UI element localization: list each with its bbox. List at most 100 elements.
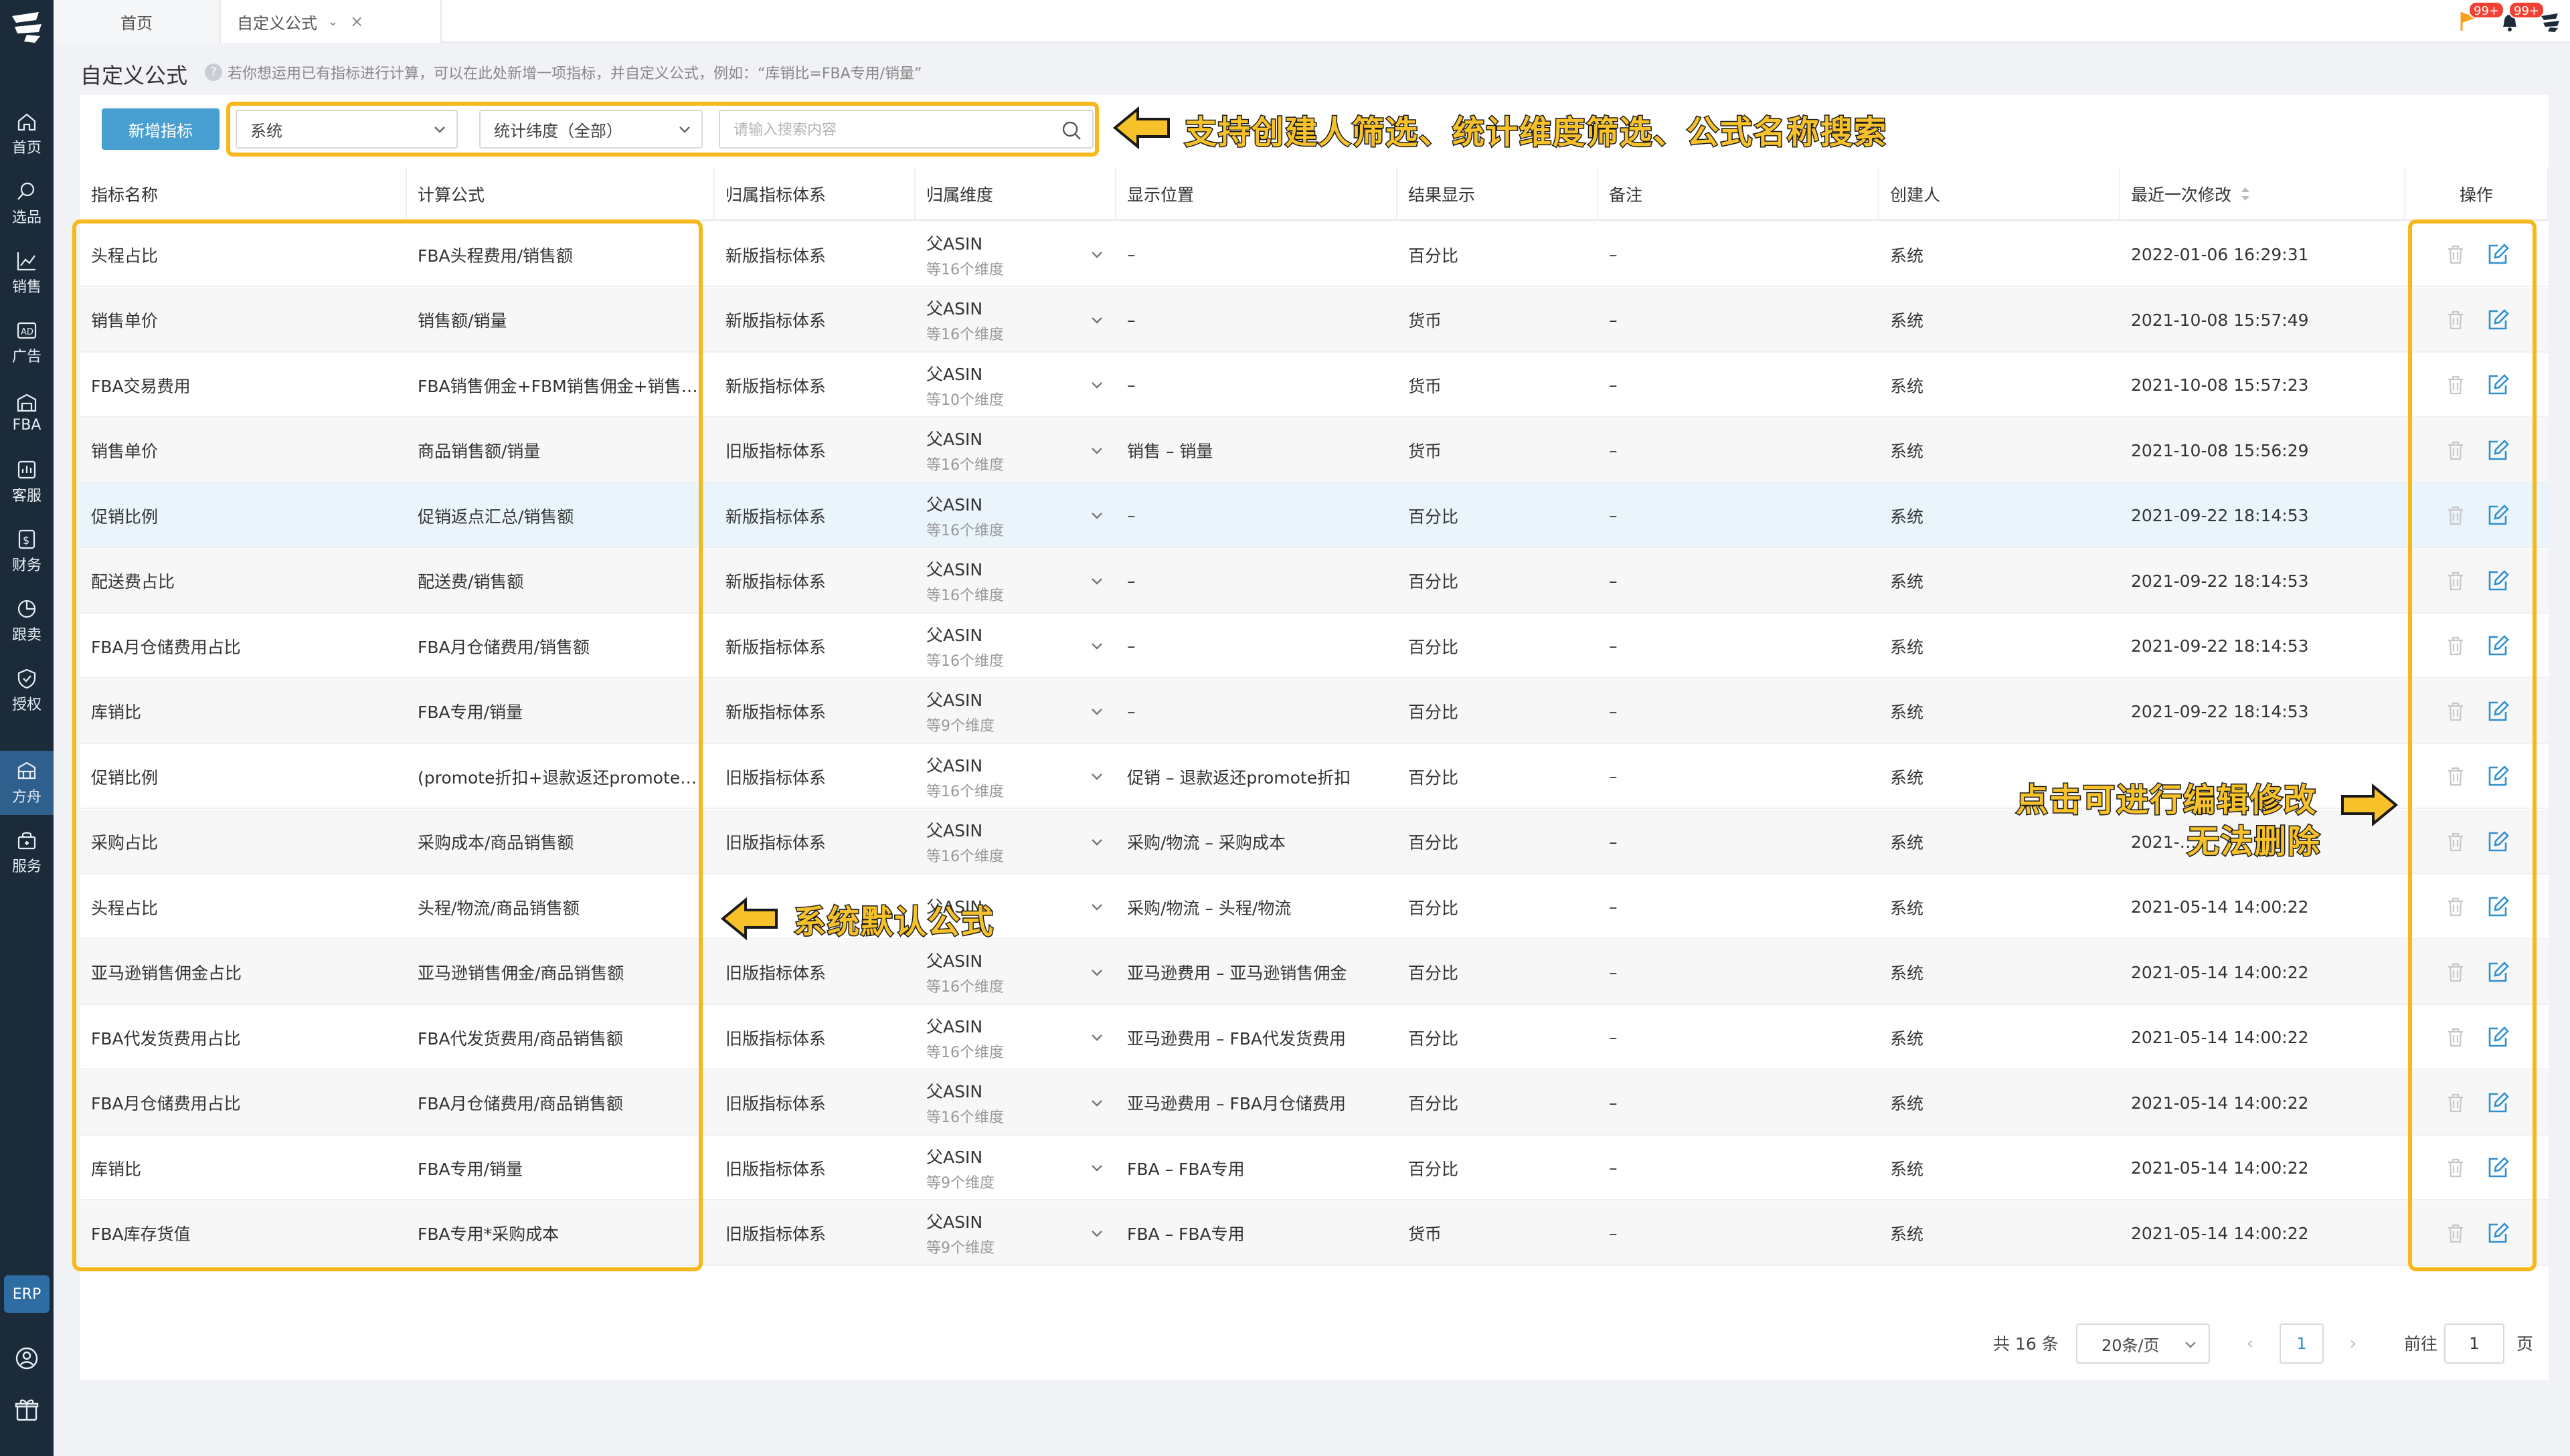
col-header-name: 指标名称 (80, 167, 407, 221)
chevron-down-icon[interactable] (1090, 442, 1104, 457)
dimension-main: 父ASIN (926, 364, 983, 384)
chevron-down-icon[interactable] (1090, 573, 1104, 587)
pie-icon (17, 600, 36, 618)
cell-creator: 系统 (1890, 637, 1924, 657)
cell-result: 百分比 (1408, 1159, 1459, 1179)
dimension-sub: 等16个维度 (926, 1109, 1004, 1126)
cell-dim[interactable]: 父ASIN 等16个维度 (916, 744, 1116, 809)
chevron-down-icon[interactable] (1090, 1095, 1104, 1109)
goto-label: 前往 (2404, 1334, 2438, 1354)
tab-custom-formula[interactable]: 自定义公式 ⌄ × (221, 0, 442, 43)
sidebar-item-label: 选品 (11, 209, 41, 226)
sidebar-item-ads[interactable]: AD 广告 (0, 310, 54, 375)
creator-select[interactable]: 系统 (236, 110, 458, 149)
chevron-down-icon[interactable] (1090, 638, 1104, 652)
cell-dim[interactable]: 父ASIN 等10个维度 (916, 353, 1116, 418)
dimension-main: 父ASIN (926, 625, 983, 645)
cell-result: 货币 (1408, 311, 1442, 331)
tab-home[interactable]: 首页 (54, 0, 221, 43)
cell-dim[interactable]: 父ASIN 等16个维度 (916, 483, 1116, 548)
search-icon[interactable] (1060, 119, 1083, 142)
col-header-modified[interactable]: 最近一次修改 (2120, 167, 2405, 221)
cell-dim[interactable]: 父ASIN 等16个维度 (916, 549, 1116, 614)
dimension-main: 父ASIN (926, 299, 983, 318)
cell-creator: 系统 (1890, 1224, 1924, 1244)
dimension-sub: 等16个维度 (926, 783, 1004, 800)
cell-dim[interactable]: 父ASIN 等16个维度 (916, 1071, 1116, 1135)
cell-result: 货币 (1408, 1224, 1442, 1244)
cell-dim[interactable]: 父ASIN 等16个维度 (916, 418, 1116, 483)
cell-dim[interactable]: 父ASIN 等16个维度 (916, 940, 1116, 1005)
cell-result: 百分比 (1408, 703, 1459, 722)
cell-system: 旧版指标体系 (725, 1159, 827, 1179)
cell-modified: 2021-05-14 14:00:22 (2131, 1028, 2309, 1047)
cell-position: 亚马逊费用 – 亚马逊销售佣金 (1127, 964, 1347, 983)
erp-button[interactable]: ERP (4, 1275, 50, 1313)
chevron-down-icon[interactable] (1090, 768, 1104, 783)
cell-dim[interactable]: 父ASIN 等16个维度 (916, 810, 1116, 875)
cell-dim[interactable]: 父ASIN 等16个维度 (916, 1005, 1116, 1070)
cell-dim[interactable]: 父ASIN 等16个维度 (916, 222, 1116, 287)
table-header: 指标名称 计算公式 归属指标体系 归属维度 显示位置 结果显示 备注 创建人 最… (80, 167, 2549, 221)
current-page-button[interactable]: 1 (2280, 1324, 2324, 1364)
next-page-button[interactable]: › (2333, 1324, 2373, 1364)
chevron-down-icon[interactable] (1090, 507, 1104, 522)
pagination-total: 共 16 条 (1993, 1334, 2059, 1354)
close-icon[interactable]: × (350, 12, 363, 31)
chevron-down-icon[interactable] (1090, 1029, 1104, 1044)
svg-text:AD: AD (21, 327, 33, 337)
cell-dim[interactable]: 父ASIN 等9个维度 (916, 1135, 1116, 1200)
dimension-select[interactable]: 统计纬度（全部） (479, 110, 703, 149)
chevron-down-icon[interactable]: ⌄ (328, 15, 338, 29)
chevron-down-icon[interactable] (1090, 834, 1104, 848)
sort-icon[interactable] (2239, 185, 2251, 203)
col-header-modified-label: 最近一次修改 (2131, 185, 2232, 205)
cell-dim[interactable]: 父ASIN 等16个维度 (916, 288, 1116, 353)
cell-result: 百分比 (1408, 507, 1459, 527)
cell-modified: 2021-09-22 18:14:53 (2131, 506, 2309, 525)
chevron-down-icon[interactable] (1090, 312, 1104, 327)
cell-position: FBA – FBA专用 (1127, 1224, 1245, 1244)
page-size-select[interactable]: 20条/页 (2076, 1324, 2210, 1364)
cell-creator: 系统 (1890, 1028, 1924, 1049)
sidebar-item-services[interactable]: 服务 (0, 820, 54, 885)
sidebar-item-follow[interactable]: 跟卖 (0, 589, 54, 653)
cell-creator: 系统 (1890, 964, 1924, 983)
actions-highlight-box (2408, 219, 2537, 1271)
sidebar-item-label: 授权 (11, 697, 41, 713)
chevron-down-icon[interactable] (1090, 246, 1104, 261)
cell-dim[interactable]: 父ASIN 等9个维度 (916, 1201, 1116, 1266)
sidebar-item-finance[interactable]: $ 财务 (0, 519, 54, 583)
sidebar-item-selection[interactable]: 选品 (0, 171, 54, 236)
support-icon[interactable] (13, 1345, 40, 1372)
cell-dim[interactable]: 父ASIN 等16个维度 (916, 614, 1116, 678)
arrow-right-icon (2338, 783, 2399, 827)
user-avatar[interactable] (2530, 1, 2570, 41)
chevron-down-icon[interactable] (1090, 899, 1104, 913)
sidebar-item-sales[interactable]: 销售 (0, 241, 54, 305)
sidebar-item-service[interactable]: 客服 (0, 450, 54, 514)
add-indicator-button[interactable]: 新增指标 (102, 108, 220, 150)
bell-notification[interactable]: 99+ (2490, 1, 2545, 41)
chevron-down-icon[interactable] (1090, 377, 1104, 391)
search-input[interactable] (734, 119, 1041, 141)
sidebar-item-home[interactable]: 首页 (0, 102, 54, 166)
dimension-main: 父ASIN (926, 430, 983, 449)
sidebar-item-ark[interactable]: 方舟 (0, 751, 54, 815)
sidebar-item-auth[interactable]: 授权 (0, 658, 54, 723)
cell-creator: 系统 (1890, 376, 1924, 396)
chevron-down-icon[interactable] (1090, 964, 1104, 979)
gift-icon[interactable] (13, 1396, 40, 1423)
prev-page-button[interactable]: ‹ (2230, 1324, 2270, 1364)
flag-notification[interactable]: 99+ (2450, 1, 2504, 41)
chevron-down-icon[interactable] (1090, 1160, 1104, 1174)
service-icon (17, 460, 36, 479)
cell-dim[interactable]: 父ASIN 等9个维度 (916, 679, 1116, 744)
app-logo[interactable] (7, 7, 47, 47)
chevron-down-icon[interactable] (1090, 703, 1104, 718)
cell-note: – (1609, 962, 1618, 982)
goto-page-input[interactable] (2444, 1324, 2504, 1364)
chevron-down-icon[interactable] (1090, 1225, 1104, 1240)
sidebar-item-fba[interactable]: FBA (0, 380, 54, 444)
cell-system: 旧版指标体系 (725, 1028, 827, 1049)
